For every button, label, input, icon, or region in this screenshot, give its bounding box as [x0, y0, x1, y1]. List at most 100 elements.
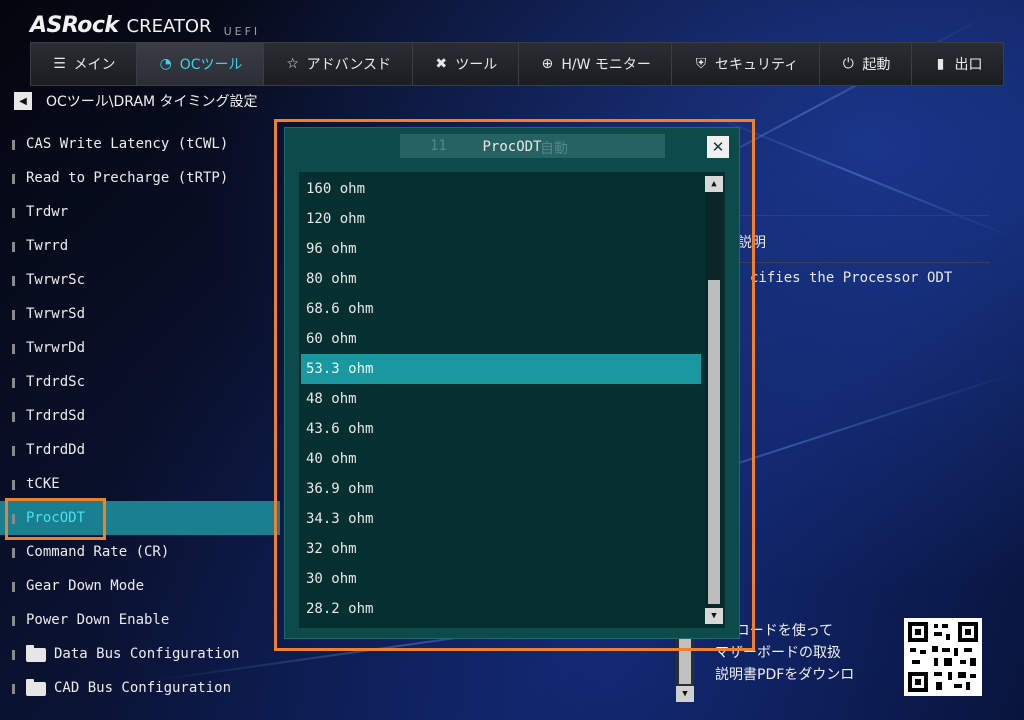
list-item[interactable]: Power Down Enable [0, 603, 280, 637]
dialog-header: 11 自動 ProcODT ✕ [285, 128, 739, 166]
list-item-folder[interactable]: Data Bus Configuration [0, 637, 280, 671]
list-item[interactable]: Gear Down Mode [0, 569, 280, 603]
option-item[interactable]: 48 ohm [301, 384, 701, 414]
option-label: 32 ohm [306, 541, 357, 557]
option-item[interactable]: 60 ohm [301, 324, 701, 354]
tab-label: アドバンスド [306, 57, 392, 73]
list-item[interactable]: TwrwrDd [0, 331, 280, 365]
tick-icon [12, 616, 15, 626]
list-item-folder[interactable]: CAD Bus Configuration [0, 671, 280, 705]
option-scrollbar[interactable]: ▲ ▼ [705, 176, 723, 624]
tick-icon [12, 378, 15, 388]
tab-label: 起動 [862, 57, 891, 73]
option-item[interactable]: 34.3 ohm [301, 504, 701, 534]
item-label: TrdrdDd [26, 442, 86, 458]
option-item[interactable]: 120 ohm [301, 204, 701, 234]
option-item-selected[interactable]: 53.3 ohm [301, 354, 701, 384]
option-label: 96 ohm [306, 241, 357, 257]
main-tab-bar: ☰ メイン ◔ OCツール ☆ アドバンスド ✖ ツール ⊕ H/W モニター … [30, 42, 1004, 86]
item-label: Data Bus Configuration [54, 646, 240, 662]
item-label: TrdrdSc [26, 374, 86, 390]
tab-label: H/W モニター [561, 57, 651, 73]
description-text: cifies the Processor ODT [750, 270, 953, 286]
tick-icon [12, 650, 15, 660]
list-item[interactable]: Read to Precharge (tRTP) [0, 161, 280, 195]
list-item[interactable]: TrdrdSc [0, 365, 280, 399]
list-item[interactable]: Trdwr [0, 195, 280, 229]
list-icon: ☰ [53, 56, 66, 72]
list-item[interactable]: TwrwrSc [0, 263, 280, 297]
option-item[interactable]: 40 ohm [301, 444, 701, 474]
option-item[interactable]: 96 ohm [301, 234, 701, 264]
ghost-value: 11 [430, 138, 447, 154]
item-label: TrdrdSd [26, 408, 86, 424]
qr-line: 説明書PDFをダウンロ [715, 667, 855, 683]
tab-hw-monitor[interactable]: ⊕ H/W モニター [519, 43, 673, 85]
uefi-label: UEFI [223, 25, 261, 38]
ghost-value: 自動 [540, 141, 568, 157]
option-label: 34.3 ohm [306, 511, 374, 527]
option-label: 53.3 ohm [306, 361, 374, 377]
close-icon: ✕ [711, 138, 725, 156]
option-item[interactable]: 32 ohm [301, 534, 701, 564]
option-label: 68.6 ohm [306, 301, 374, 317]
tab-label: メイン [73, 57, 116, 73]
item-label: TwrwrSc [26, 272, 86, 288]
option-label: 43.6 ohm [306, 421, 374, 437]
wrench-icon: ✖ [435, 56, 448, 72]
tab-label: セキュリティ [715, 57, 799, 73]
tab-oc-tools[interactable]: ◔ OCツール [137, 43, 265, 85]
tab-tools[interactable]: ✖ ツール [413, 43, 519, 85]
brand-header: ASRock CREATOR UEFI [30, 8, 260, 38]
tick-icon [12, 140, 15, 150]
option-item[interactable]: 80 ohm [301, 264, 701, 294]
option-item[interactable]: 43.6 ohm [301, 414, 701, 444]
tick-icon [12, 684, 15, 694]
option-item[interactable]: 68.6 ohm [301, 294, 701, 324]
tab-exit[interactable]: ▮ 出口 [912, 43, 1003, 85]
item-label: Trdwr [26, 204, 69, 220]
option-label: 80 ohm [306, 271, 357, 287]
close-button[interactable]: ✕ [707, 136, 729, 158]
tick-icon [12, 582, 15, 592]
back-button[interactable]: ◀ [14, 92, 32, 110]
tick-icon [12, 344, 15, 354]
scroll-down-arrow-icon[interactable]: ▼ [705, 608, 723, 624]
item-label: tCKE [26, 476, 60, 492]
list-item[interactable]: tCKE [0, 467, 280, 501]
scroll-up-arrow-icon[interactable]: ▲ [705, 176, 723, 192]
tab-main[interactable]: ☰ メイン [31, 43, 138, 85]
qr-code-icon [904, 618, 982, 696]
scroll-down-arrow-icon[interactable]: ▼ [676, 686, 694, 702]
option-item[interactable]: 28.2 ohm [301, 594, 701, 624]
gauge-icon: ◔ [159, 56, 172, 72]
list-item[interactable]: TrdrdSd [0, 399, 280, 433]
tick-icon [12, 480, 15, 490]
option-item[interactable]: 36.9 ohm [301, 474, 701, 504]
option-label: 36.9 ohm [306, 481, 374, 497]
procodt-highlight-frame [5, 498, 106, 540]
list-item[interactable]: Command Rate (CR) [0, 535, 280, 569]
tick-icon [12, 208, 15, 218]
tick-icon [12, 310, 15, 320]
folder-icon [26, 645, 46, 662]
option-label: 160 ohm [306, 181, 366, 197]
item-label: TwrwrDd [26, 340, 86, 356]
crosshair-icon: ⊕ [541, 56, 554, 72]
tab-boot[interactable]: ⏻ 起動 [820, 43, 912, 85]
tab-advanced[interactable]: ☆ アドバンスド [264, 43, 413, 85]
item-label: Read to Precharge (tRTP) [26, 170, 229, 186]
list-item[interactable]: Twrrd [0, 229, 280, 263]
list-item[interactable]: TrdrdDd [0, 433, 280, 467]
option-item[interactable]: 160 ohm [301, 174, 701, 204]
tick-icon [12, 242, 15, 252]
option-label: 40 ohm [306, 451, 357, 467]
item-label: TwrwrSd [26, 306, 86, 322]
folder-icon [26, 679, 46, 696]
list-item[interactable]: TwrwrSd [0, 297, 280, 331]
list-item[interactable]: CAS Write Latency (tCWL) [0, 127, 280, 161]
scrollbar-thumb[interactable] [708, 280, 720, 604]
tab-security[interactable]: ⛨ セキュリティ [672, 43, 820, 85]
option-item[interactable]: 30 ohm [301, 564, 701, 594]
product-name: CREATOR [126, 16, 212, 37]
